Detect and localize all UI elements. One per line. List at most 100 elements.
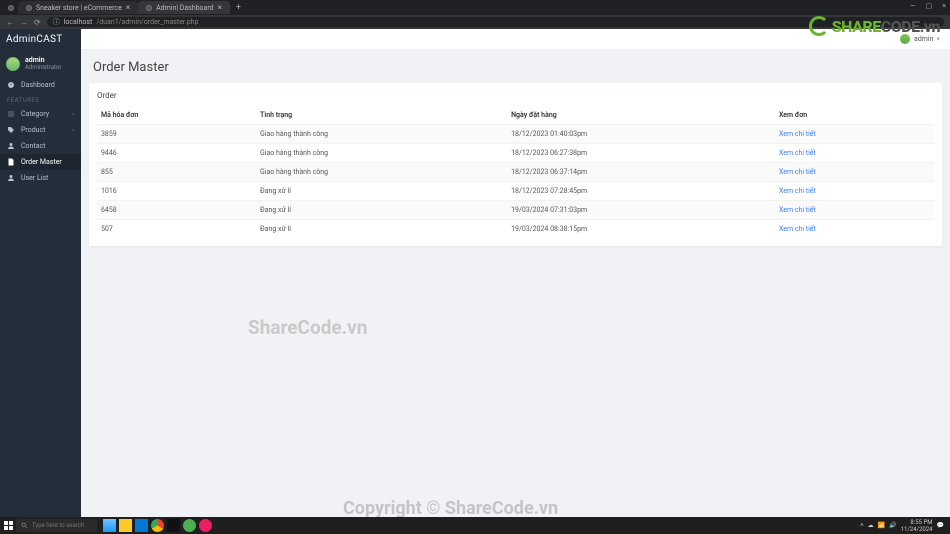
gauge-icon xyxy=(7,81,15,89)
topbar: admin ▾ xyxy=(81,29,950,50)
cell-status: Giao hàng thành công xyxy=(256,144,507,163)
nav-label: User List xyxy=(21,174,48,182)
tab-close-icon[interactable]: × xyxy=(218,3,222,12)
start-button[interactable] xyxy=(2,520,14,532)
task-view-icon[interactable] xyxy=(103,519,116,532)
cell-id: 507 xyxy=(97,220,256,239)
view-detail-link[interactable]: Xem chi tiết xyxy=(779,149,816,157)
sidebar: AdminCAST admin Administrator Dashboard … xyxy=(0,29,81,517)
nav-label: Product xyxy=(21,126,45,134)
tab-favicon-icon xyxy=(146,5,152,11)
view-detail-link[interactable]: Xem chi tiết xyxy=(779,225,816,233)
url-path: /duan1/admin/order_master.php xyxy=(96,18,198,26)
table-row: 6458Đang xử lí19/03/2024 07:31:03pm Xem c… xyxy=(97,201,934,220)
chevron-up-icon[interactable]: ˄ xyxy=(860,522,864,529)
sidebar-item-contact[interactable]: Contact xyxy=(0,138,81,154)
nav-label: Dashboard xyxy=(21,81,55,89)
cell-date: 18/12/2023 01:40:03pm xyxy=(507,125,775,144)
address-bar[interactable]: ⓘ localhost/duan1/admin/order_master.php xyxy=(47,17,944,27)
cell-date: 19/03/2024 07:31:03pm xyxy=(507,201,775,220)
cloud-icon[interactable]: ☁ xyxy=(868,522,874,529)
sidebar-item-user-list[interactable]: User List xyxy=(0,170,81,186)
taskbar-search[interactable] xyxy=(16,519,97,532)
nav-label: Category xyxy=(21,110,49,118)
wifi-icon[interactable]: 📶 xyxy=(878,522,885,529)
browser-tab[interactable]: Admin| Dashboard × xyxy=(138,1,230,14)
volume-icon[interactable]: 🔊 xyxy=(889,522,896,529)
view-detail-link[interactable]: Xem chi tiết xyxy=(779,168,816,176)
reload-icon[interactable]: ⟳ xyxy=(34,18,41,27)
user-name: admin xyxy=(25,56,61,64)
minimize-icon[interactable]: — xyxy=(910,2,915,10)
sidebar-item-product[interactable]: Product › xyxy=(0,122,81,138)
search-input[interactable] xyxy=(32,522,92,529)
order-card: Order Mã hóa đơn Tình trạng Ngày đặt hàn… xyxy=(89,83,942,246)
sidebar-item-category[interactable]: Category › xyxy=(0,106,81,122)
chevron-right-icon: › xyxy=(72,127,74,134)
col-id: Mã hóa đơn xyxy=(97,106,256,125)
chevron-right-icon: › xyxy=(72,111,74,118)
search-icon xyxy=(21,522,28,529)
app-icon[interactable] xyxy=(199,519,212,532)
list-icon xyxy=(7,110,15,118)
file-icon xyxy=(7,158,15,166)
nav-label: Order Master xyxy=(21,158,62,166)
cell-date: 18/12/2023 06:27:38pm xyxy=(507,144,775,163)
browser-toolbar: ← → ⟳ ⓘ localhost/duan1/admin/order_mast… xyxy=(0,15,950,29)
site-info-icon[interactable]: ⓘ xyxy=(53,17,60,27)
taskbar: ˄ ☁ 📶 🔊 8:55 PM 11/24/2024 💬 xyxy=(0,517,950,534)
view-detail-link[interactable]: Xem chi tiết xyxy=(779,187,816,195)
table-row: 507Đang xử lí19/03/2024 08:38:15pmXem ch… xyxy=(97,220,934,239)
avatar xyxy=(900,34,910,44)
cell-date: 19/03/2024 08:38:15pm xyxy=(507,220,775,239)
user-role: Administrator xyxy=(25,64,61,71)
view-detail-link[interactable]: Xem chi tiết xyxy=(779,130,816,138)
browser-tab[interactable]: Sneaker store | eCommerce × xyxy=(18,1,138,14)
col-date: Ngày đặt hàng xyxy=(507,106,775,125)
topbar-user[interactable]: admin xyxy=(914,35,933,43)
sidebar-item-dashboard[interactable]: Dashboard xyxy=(0,77,81,93)
notifications-icon[interactable]: 💬 xyxy=(937,522,944,529)
tag-icon xyxy=(7,126,15,134)
cell-id: 855 xyxy=(97,163,256,182)
tab-close-icon[interactable]: × xyxy=(126,3,130,12)
chevron-down-icon[interactable]: ▾ xyxy=(936,35,940,43)
page-title: Order Master xyxy=(93,60,942,75)
table-row: 3859Giao hàng thành công18/12/2023 01:40… xyxy=(97,125,934,144)
cell-status: Giao hàng thành công xyxy=(256,125,507,144)
table-row: 9446Giao hàng thành công18/12/2023 06:27… xyxy=(97,144,934,163)
taskbar-clock[interactable]: 8:55 PM 11/24/2024 xyxy=(901,519,933,533)
back-icon[interactable]: ← xyxy=(6,18,14,27)
close-icon[interactable]: × xyxy=(942,2,946,10)
chrome-icon[interactable] xyxy=(151,519,164,532)
user-icon xyxy=(7,174,15,182)
cell-status: Đang xử lí xyxy=(256,182,507,201)
cell-date: 18/12/2023 07:28:45pm xyxy=(507,182,775,201)
cell-id: 3859 xyxy=(97,125,256,144)
explorer-icon[interactable] xyxy=(119,519,132,532)
sidebar-user: admin Administrator xyxy=(0,50,81,77)
window-controls: — ▢ × xyxy=(910,2,946,10)
url-host: localhost xyxy=(64,18,93,26)
user-icon xyxy=(7,142,15,150)
cell-status: Giao hàng thành công xyxy=(256,163,507,182)
order-table: Mã hóa đơn Tình trạng Ngày đặt hàng Xem … xyxy=(97,106,934,238)
sidebar-item-order-master[interactable]: Order Master xyxy=(0,154,81,170)
vscode-icon[interactable] xyxy=(135,519,148,532)
nav-heading: FEATURES xyxy=(0,93,81,106)
terminal-icon[interactable] xyxy=(167,519,180,532)
new-tab-button[interactable]: + xyxy=(230,3,247,13)
view-detail-link[interactable]: Xem chi tiết xyxy=(779,206,816,214)
card-title: Order xyxy=(97,91,934,100)
clock-time: 8:55 PM xyxy=(901,519,933,526)
cell-id: 1016 xyxy=(97,182,256,201)
table-row: 855Giao hàng thành công18/12/2023 06:37:… xyxy=(97,163,934,182)
tab-title: Admin| Dashboard xyxy=(156,4,214,12)
main-content: Order Master Order Mã hóa đơn Tình trạng… xyxy=(81,29,950,517)
maximize-icon[interactable]: ▢ xyxy=(926,2,933,10)
app-icon[interactable] xyxy=(183,519,196,532)
forward-icon[interactable]: → xyxy=(20,18,28,27)
cell-status: Đang xử lí xyxy=(256,201,507,220)
system-tray: ˄ ☁ 📶 🔊 8:55 PM 11/24/2024 💬 xyxy=(860,519,948,533)
cell-id: 6458 xyxy=(97,201,256,220)
